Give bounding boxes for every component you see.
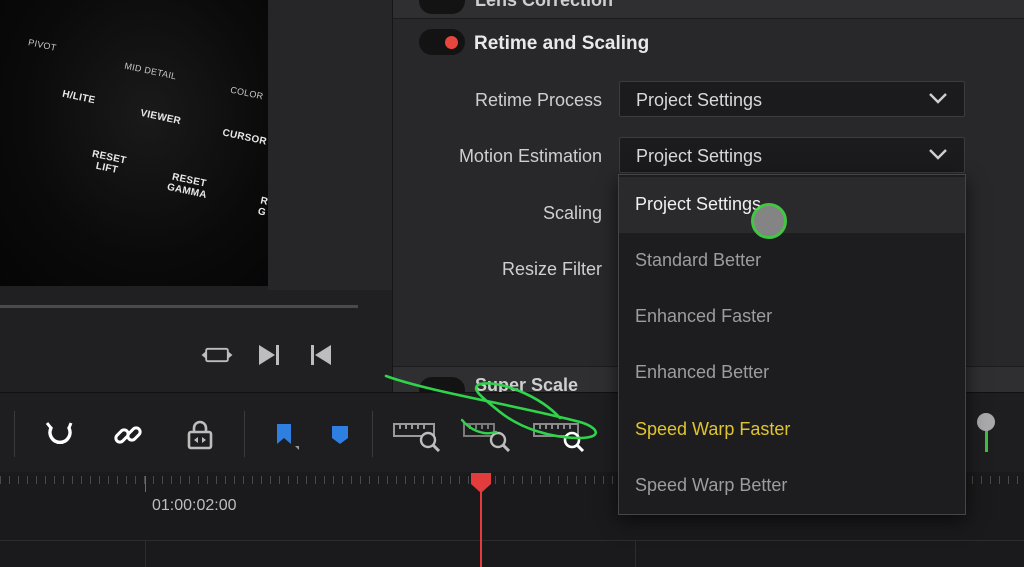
motion-estimation-dropdown: Project Settings Standard Better Enhance… [618, 174, 966, 515]
mouse-cursor-indicator [751, 203, 787, 239]
retime-process-select[interactable]: Project Settings [619, 81, 965, 117]
lens-correction-label: Lens Correction [475, 0, 614, 10]
zoom-slider-track[interactable] [985, 430, 988, 452]
dropdown-option-label: Enhanced Better [635, 362, 770, 382]
resize-filter-label: Resize Filter [501, 259, 602, 279]
loop-icon[interactable] [200, 340, 234, 370]
dropdown-option-speed-warp-faster[interactable]: Speed Warp Faster [619, 402, 965, 458]
toolbar-divider [244, 411, 245, 457]
ruler-major-tick [145, 476, 146, 492]
chevron-down-icon [928, 147, 948, 166]
track-grid-line [635, 540, 636, 567]
retime-section-title: Retime and Scaling [474, 33, 650, 54]
key-label-cursor: CURSOR [221, 127, 268, 148]
transport-controls [200, 340, 338, 372]
key-label-pivot: PIVOT [27, 37, 58, 53]
dropdown-option-label: Project Settings [635, 194, 762, 214]
timeline-timecode: 01:00:02:00 [152, 497, 237, 514]
key-label-reset-lift: RESET LIFT [90, 148, 128, 177]
linked-selection-icon[interactable] [108, 415, 148, 455]
viewer-scrubber[interactable] [0, 305, 358, 308]
zoom-full-icon[interactable] [392, 415, 444, 455]
key-label-mid-detail: MID DETAIL [123, 60, 178, 82]
retime-process-value: Project Settings [636, 90, 763, 110]
track-grid-line [145, 540, 146, 567]
zoom-custom-icon[interactable] [532, 415, 588, 455]
skip-backward-icon[interactable] [304, 340, 338, 370]
position-lock-icon[interactable] [180, 415, 220, 455]
retime-toggle[interactable] [419, 29, 465, 55]
dropdown-option-label: Speed Warp Better [635, 475, 788, 495]
viewer-panel: PIVOT MID DETAIL COLOR H/LITE VIEWER CUR… [0, 0, 392, 392]
key-label-color: COLOR [229, 84, 265, 102]
key-label-partial: R G [256, 195, 268, 219]
dropdown-option-enhanced-faster[interactable]: Enhanced Faster [619, 289, 965, 345]
lens-correction-toggle[interactable] [419, 0, 465, 14]
toolbar-divider [372, 411, 373, 457]
motion-estimation-value: Project Settings [636, 146, 763, 166]
dropdown-option-standard-better[interactable]: Standard Better [619, 233, 965, 289]
toolbar-divider [14, 411, 15, 457]
key-label-viewer: VIEWER [139, 107, 182, 128]
dropdown-option-label: Enhanced Faster [635, 306, 773, 326]
dropdown-option-label: Standard Better [635, 250, 762, 270]
flag-icon[interactable] [264, 415, 304, 455]
viewer-side-area [268, 0, 392, 290]
scaling-label: Scaling [542, 203, 602, 223]
lens-correction-header[interactable]: Lens Correction [393, 0, 1024, 19]
zoom-detail-icon[interactable] [462, 415, 514, 455]
motion-estimation-select[interactable]: Project Settings [619, 137, 965, 173]
toggle-on-dot [445, 36, 458, 49]
playhead-handle[interactable] [470, 472, 492, 494]
key-label-hlite: H/LITE [61, 88, 97, 107]
dropdown-option-speed-warp-better[interactable]: Speed Warp Better [619, 458, 965, 514]
dropdown-option-enhanced-better[interactable]: Enhanced Better [619, 345, 965, 401]
retime-process-label: Retime Process [474, 90, 602, 110]
playhead-line[interactable] [480, 482, 482, 567]
viewer-frame: PIVOT MID DETAIL COLOR H/LITE VIEWER CUR… [0, 0, 268, 286]
motion-estimation-label: Motion Estimation [458, 146, 602, 166]
track-divider [0, 540, 1024, 541]
marker-icon[interactable] [320, 415, 360, 455]
snapping-magnet-icon[interactable] [40, 415, 80, 455]
key-label-reset-gamma: RESET GAMMA [165, 171, 208, 201]
dropdown-option-label: Speed Warp Faster [635, 419, 791, 439]
zoom-slider-knob[interactable] [977, 413, 995, 431]
skip-forward-icon[interactable] [252, 340, 286, 370]
dropdown-option-project-settings[interactable]: Project Settings [619, 177, 965, 233]
chevron-down-icon [928, 91, 948, 110]
